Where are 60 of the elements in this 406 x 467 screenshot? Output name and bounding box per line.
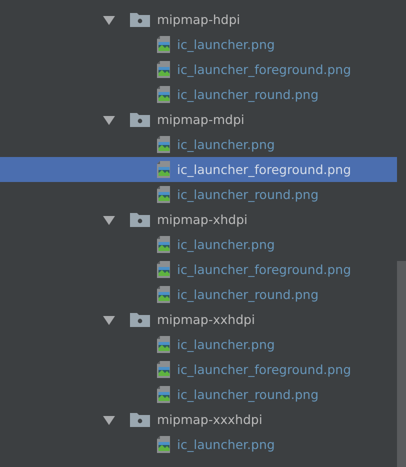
folder-name: mipmap-mdpi: [157, 112, 244, 127]
folder-icon: [130, 112, 150, 127]
image-file-icon: [157, 61, 171, 78]
image-file-icon: [157, 261, 171, 278]
file-row[interactable]: ic_launcher_round.png: [0, 282, 397, 307]
collapse-icon[interactable]: [103, 14, 115, 24]
file-name: ic_launcher_foreground.png: [177, 262, 352, 277]
folder-icon: [130, 412, 150, 427]
file-name: ic_launcher.png: [177, 237, 275, 252]
image-file-icon: [157, 186, 171, 203]
image-file-icon: [157, 161, 171, 178]
file-row[interactable]: ic_launcher_foreground.png: [0, 157, 397, 182]
image-file-icon: [157, 86, 171, 103]
file-name: ic_launcher.png: [177, 37, 275, 52]
file-name: ic_launcher.png: [177, 437, 275, 452]
file-row[interactable]: ic_launcher.png: [0, 332, 397, 357]
file-name: ic_launcher_foreground.png: [177, 162, 352, 177]
image-file-icon: [157, 286, 171, 303]
folder-row[interactable]: mipmap-xxhdpi: [0, 307, 397, 332]
folder-icon: [130, 12, 150, 27]
file-row[interactable]: ic_launcher_round.png: [0, 182, 397, 207]
image-file-icon: [157, 361, 171, 378]
image-file-icon: [157, 36, 171, 53]
file-name: ic_launcher.png: [177, 137, 275, 152]
file-row[interactable]: ic_launcher_foreground.png: [0, 357, 397, 382]
folder-row[interactable]: mipmap-hdpi: [0, 7, 397, 32]
file-row[interactable]: ic_launcher_foreground.png: [0, 57, 397, 82]
file-name: ic_launcher_foreground.png: [177, 362, 352, 377]
file-row[interactable]: ic_launcher_round.png: [0, 82, 397, 107]
folder-row[interactable]: mipmap-mdpi: [0, 107, 397, 132]
folder-name: mipmap-hdpi: [157, 12, 240, 27]
folder-name: mipmap-xxxhdpi: [157, 412, 262, 427]
folder-icon: [130, 212, 150, 227]
file-name: ic_launcher_round.png: [177, 287, 319, 302]
collapse-icon[interactable]: [103, 114, 115, 124]
folder-row[interactable]: mipmap-xxxhdpi: [0, 407, 397, 432]
file-row[interactable]: ic_launcher.png: [0, 32, 397, 57]
collapse-icon[interactable]: [103, 314, 115, 324]
file-row[interactable]: ic_launcher_round.png: [0, 382, 397, 407]
image-file-icon: [157, 336, 171, 353]
image-file-icon: [157, 386, 171, 403]
folder-name: mipmap-xxhdpi: [157, 312, 255, 327]
file-row[interactable]: ic_launcher.png: [0, 432, 397, 457]
collapse-icon[interactable]: [103, 414, 115, 424]
file-name: ic_launcher_round.png: [177, 187, 319, 202]
folder-row[interactable]: mipmap-xhdpi: [0, 207, 397, 232]
file-name: ic_launcher.png: [177, 337, 275, 352]
collapse-icon[interactable]: [103, 214, 115, 224]
file-name: ic_launcher_round.png: [177, 387, 319, 402]
image-file-icon: [157, 436, 171, 453]
folder-name: mipmap-xhdpi: [157, 212, 248, 227]
image-file-icon: [157, 136, 171, 153]
file-name: ic_launcher_foreground.png: [177, 62, 352, 77]
image-file-icon: [157, 236, 171, 253]
file-row[interactable]: ic_launcher.png: [0, 132, 397, 157]
scrollbar[interactable]: [397, 261, 406, 467]
file-row[interactable]: ic_launcher.png: [0, 232, 397, 257]
file-row[interactable]: ic_launcher_foreground.png: [0, 257, 397, 282]
folder-icon: [130, 312, 150, 327]
file-name: ic_launcher_round.png: [177, 87, 319, 102]
